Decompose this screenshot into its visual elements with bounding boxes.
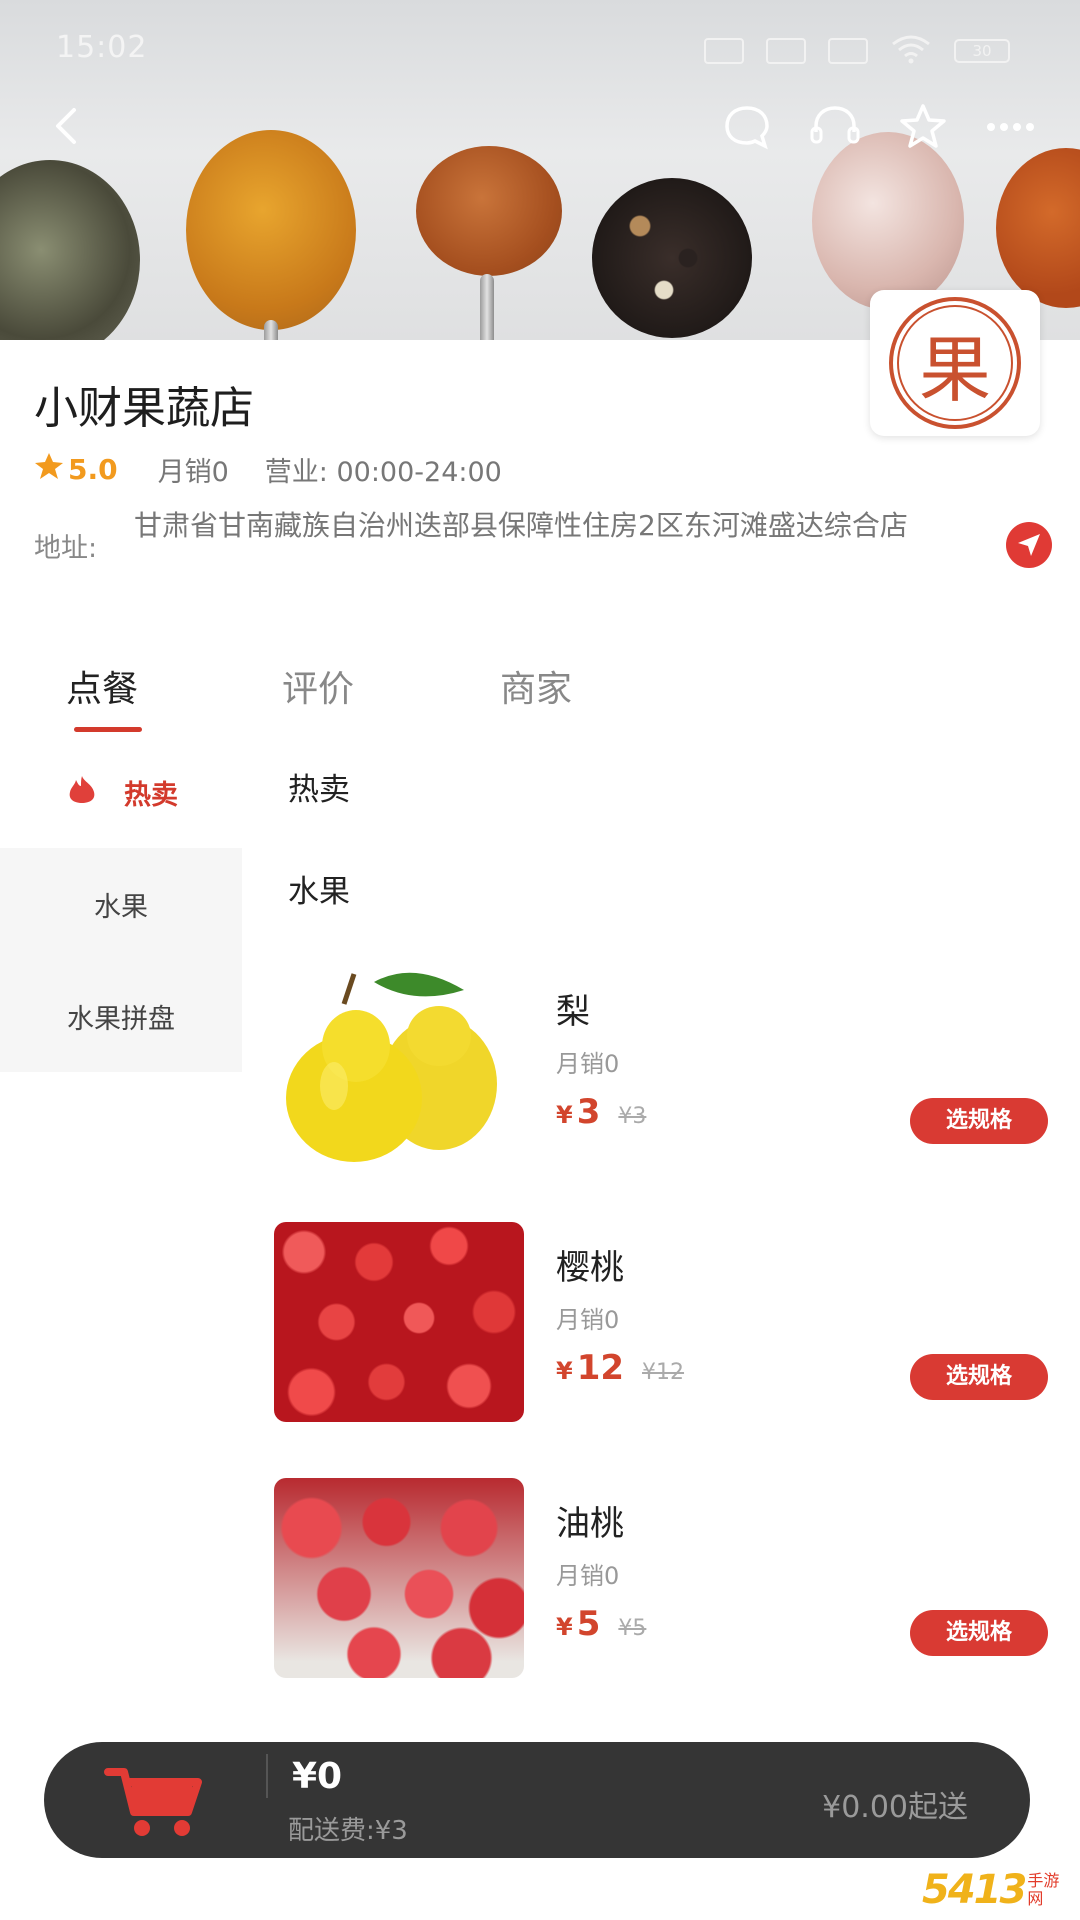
currency-symbol: ¥ (556, 1613, 573, 1641)
shop-logo: 果 (870, 290, 1040, 436)
tab-merchant[interactable]: 商家 (500, 660, 572, 712)
navigate-location-icon[interactable] (1006, 522, 1052, 568)
spice-spoon-image (416, 146, 562, 340)
minimum-order: ¥0.00起送 (822, 1790, 968, 1825)
original-price: ¥5 (618, 1616, 647, 1641)
star-icon (34, 452, 64, 487)
top-nav (0, 96, 1080, 156)
tab-order[interactable]: 点餐 (66, 660, 138, 712)
select-spec-button[interactable]: 选规格 (910, 1098, 1048, 1144)
original-price: ¥3 (618, 1104, 647, 1129)
currency-symbol: ¥ (556, 1101, 573, 1129)
product-name: 樱桃 (556, 1248, 624, 1288)
product-sales: 月销0 (556, 1306, 620, 1334)
product-price: ¥ 3 ¥3 (556, 1092, 646, 1132)
original-price: ¥12 (642, 1360, 685, 1385)
product-item[interactable]: 樱桃 月销0 ¥ 12 ¥12 选规格 (274, 1222, 1074, 1422)
product-sales: 月销0 (556, 1050, 620, 1078)
customer-service-icon[interactable] (808, 100, 862, 154)
category-label: 水果拼盘 (67, 1003, 175, 1035)
address-label: 地址: (34, 533, 98, 564)
cart-bar[interactable]: ¥0 配送费:¥3 ¥0.00起送 (44, 1742, 1030, 1858)
back-button[interactable] (44, 102, 92, 150)
watermark-text: 手游网 (1027, 1871, 1060, 1908)
section-header-hot: 热卖 (288, 772, 350, 808)
status-bar: 15:02 30 (0, 0, 1080, 100)
currency-symbol: ¥ (556, 1357, 573, 1385)
shop-hours: 营业: 00:00-24:00 (264, 457, 502, 488)
no-sim-icon (828, 38, 868, 64)
product-image-cherry (274, 1222, 524, 1422)
cart-total: ¥0 (292, 1756, 343, 1797)
product-name: 油桃 (556, 1504, 624, 1544)
product-image-nectarine (274, 1478, 524, 1678)
product-name: 梨 (556, 992, 590, 1032)
product-price: ¥ 12 ¥12 (556, 1348, 684, 1388)
section-header-fruit: 水果 (288, 874, 350, 910)
shop-meta: 5.0 月销0 营业: 00:00-24:00 (34, 450, 502, 489)
site-watermark: 5413 手游网 (922, 1864, 1072, 1916)
network-speed-icon (704, 38, 744, 64)
product-item[interactable]: 油桃 月销0 ¥ 5 ¥5 选规格 (274, 1478, 1074, 1678)
shop-banner: 15:02 30 (0, 0, 1080, 340)
select-spec-button[interactable]: 选规格 (910, 1354, 1048, 1400)
delivery-fee: 配送费:¥3 (288, 1816, 408, 1846)
wifi-icon (890, 34, 932, 68)
product-price: ¥ 5 ¥5 (556, 1604, 646, 1644)
product-sales: 月销0 (556, 1562, 620, 1590)
spice-spoon-image (592, 178, 752, 338)
more-icon[interactable] (984, 100, 1038, 154)
category-label: 水果 (94, 891, 148, 923)
spice-spoon-image (186, 130, 356, 340)
shop-rating: 5.0 (68, 453, 118, 486)
shop-address: 甘肃省甘南藏族自治州迭部县保障性住房2区东河滩盛达综合店 (134, 509, 908, 542)
category-fruit[interactable]: 水果 (0, 848, 242, 960)
shopping-cart-icon[interactable] (104, 1764, 204, 1838)
watermark-number: 5413 (922, 1867, 1027, 1913)
tab-active-indicator (74, 727, 142, 732)
price-value: 3 (576, 1092, 601, 1132)
category-label: 热卖 (124, 779, 178, 811)
battery-icon: 30 (954, 39, 1010, 63)
mute-icon (766, 38, 806, 64)
price-value: 5 (576, 1604, 601, 1644)
spice-spoon-image (996, 148, 1080, 308)
fire-icon (64, 774, 100, 811)
select-spec-button[interactable]: 选规格 (910, 1610, 1048, 1656)
tab-reviews[interactable]: 评价 (282, 660, 354, 712)
message-icon[interactable] (720, 100, 774, 154)
price-value: 12 (576, 1348, 625, 1388)
product-item[interactable]: 梨 月销0 ¥ 3 ¥3 选规格 (274, 966, 1074, 1166)
category-hot[interactable]: 热卖 (0, 736, 242, 848)
spice-spoon-image (812, 132, 964, 310)
category-fruit-platter[interactable]: 水果拼盘 (0, 960, 242, 1072)
cart-divider (266, 1754, 268, 1798)
shop-monthly-sales: 月销0 (157, 457, 229, 488)
shop-name: 小财果蔬店 (34, 383, 254, 434)
favorite-star-icon[interactable] (896, 100, 950, 154)
spice-spoon-image (0, 160, 140, 340)
product-image-pear (274, 966, 524, 1166)
status-time: 15:02 (56, 30, 148, 65)
